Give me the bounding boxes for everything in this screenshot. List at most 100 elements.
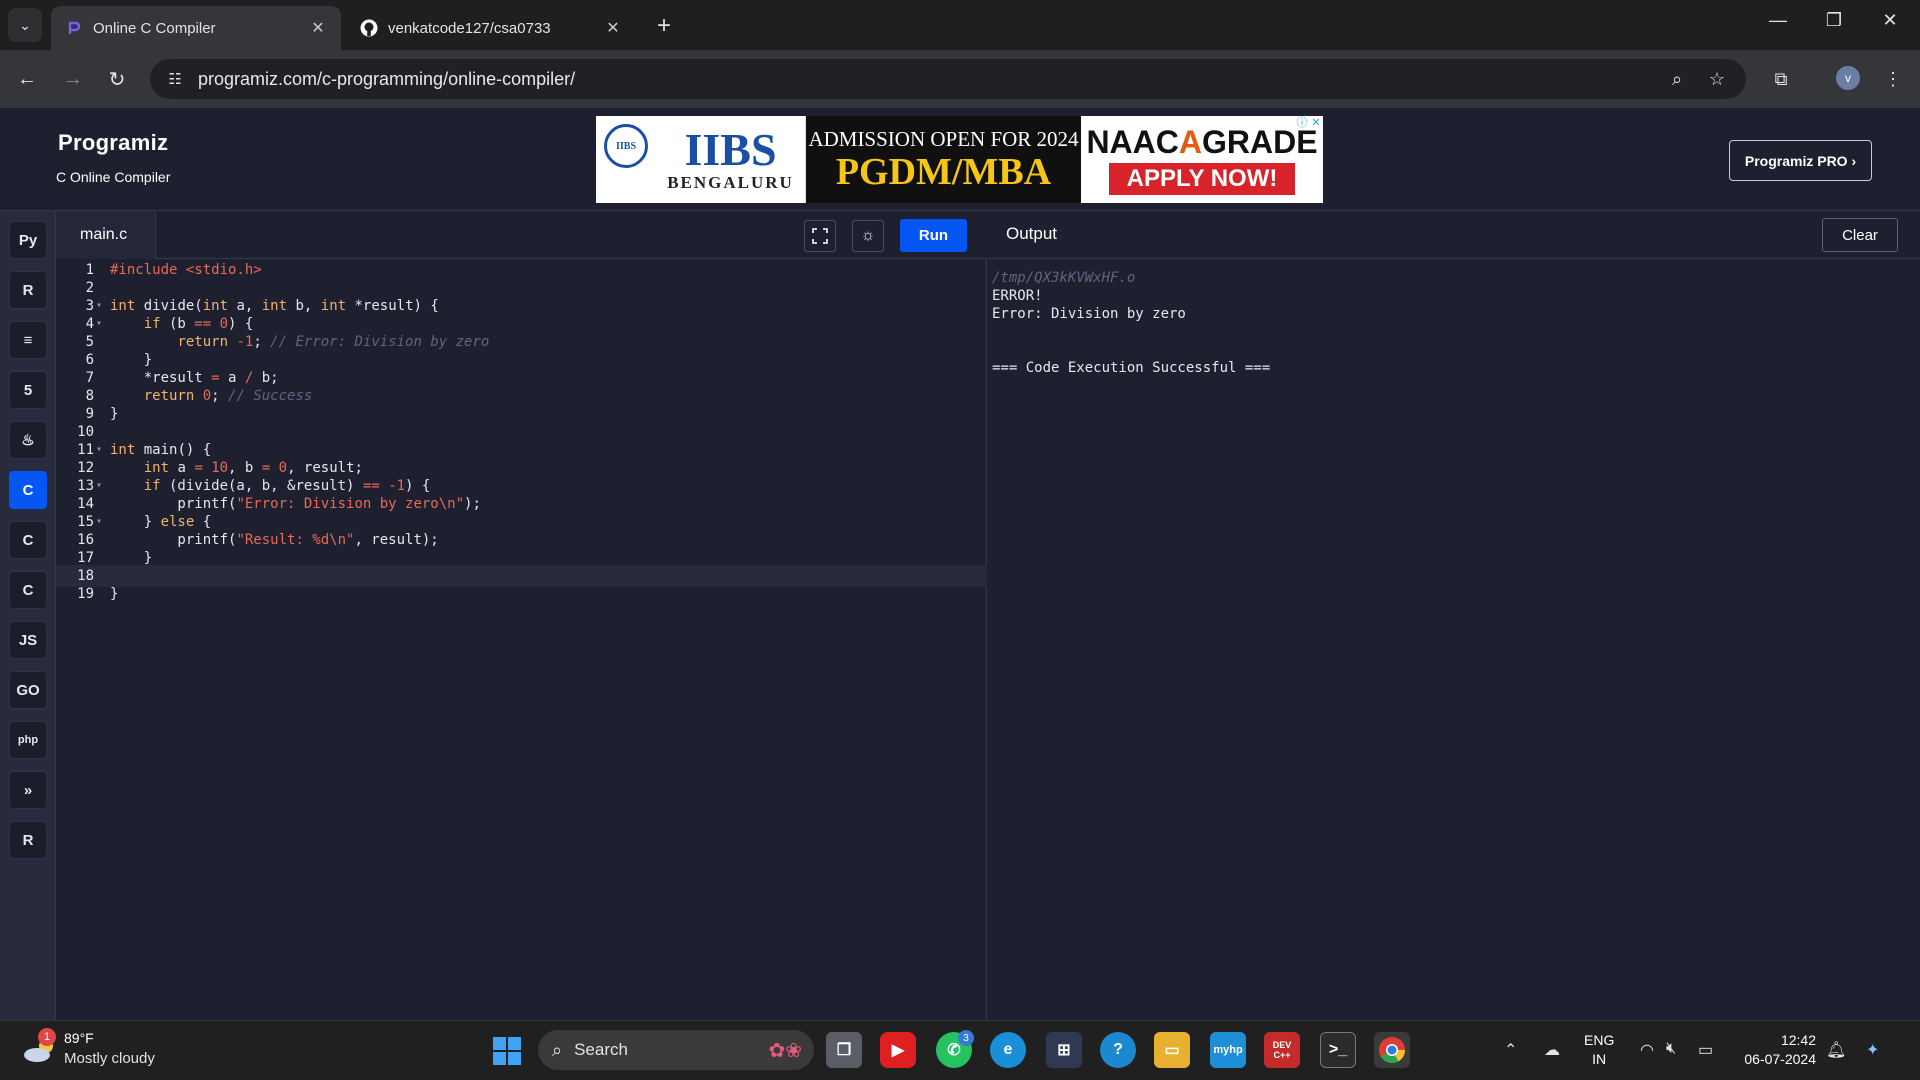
edge-icon[interactable]: e	[990, 1032, 1026, 1068]
language-sql-button[interactable]: ≡	[9, 321, 47, 359]
clear-button[interactable]: Clear	[1822, 218, 1898, 252]
ad-headline: ADMISSION OPEN FOR 2024	[808, 127, 1079, 151]
tab-search-button[interactable]: ⌄	[8, 8, 42, 42]
ad-close-icon[interactable]: ✕	[1310, 117, 1322, 130]
battery-icon[interactable]: ▭	[1698, 1040, 1713, 1060]
ad-naac: NAACAGRADE	[1086, 124, 1318, 160]
fullscreen-button[interactable]	[804, 220, 836, 252]
tab-title: venkatcode127/csa0733	[388, 19, 551, 37]
ad-cta-block: NAACAGRADE APPLY NOW!	[1081, 116, 1323, 203]
site-info-icon[interactable]: ☷	[164, 68, 186, 90]
volume-muted-icon[interactable]: 🔇︎	[1666, 1040, 1676, 1058]
taskbar-search[interactable]: ⌕ Search ✿❀	[538, 1030, 814, 1070]
terminal-icon[interactable]: >_	[1320, 1032, 1356, 1068]
file-explorer-icon[interactable]: ▭	[1154, 1032, 1190, 1068]
close-icon[interactable]: ✕	[309, 18, 327, 38]
ad-choices[interactable]: ⓘ ✕	[1296, 117, 1322, 131]
language-html-button[interactable]: 5	[9, 371, 47, 409]
language-swift-button[interactable]: »	[9, 771, 47, 809]
language-rust-button[interactable]: R	[9, 821, 47, 859]
profile-avatar[interactable]: v	[1836, 66, 1860, 90]
address-bar[interactable]: ☷ programiz.com/c-programming/online-com…	[150, 59, 1746, 99]
code-text: }	[110, 586, 119, 602]
wifi-icon[interactable]: ◠	[1640, 1040, 1654, 1060]
file-tab-label: main.c	[80, 226, 128, 243]
page-subtitle: C Online Compiler	[56, 169, 171, 185]
file-tab-main-c[interactable]: main.c	[56, 211, 156, 259]
output-line: === Code Execution Successful ===	[992, 360, 1271, 376]
back-arrow-icon[interactable]: ←	[12, 64, 42, 94]
fullscreen-icon	[812, 228, 828, 244]
url-text: programiz.com/c-programming/online-compi…	[198, 68, 576, 89]
copilot-icon[interactable]: ✦	[1866, 1040, 1879, 1060]
windows-start-icon[interactable]	[492, 1036, 522, 1066]
output-title: Output	[1006, 224, 1058, 243]
language-java-button[interactable]: ♨	[9, 421, 47, 459]
language-javascript-button[interactable]: JS	[9, 621, 47, 659]
output-panel	[988, 211, 1920, 1020]
input-language-indicator[interactable]: ENG IN	[1584, 1031, 1614, 1069]
language-php-button[interactable]: php	[9, 721, 47, 759]
code-area[interactable]: 1 #include <stdio.h> 2 3 ▾ int divide(int a, …	[56, 259, 987, 1020]
editor-toolbar	[56, 211, 987, 259]
window-close-icon[interactable]: ✕	[1878, 10, 1902, 31]
close-icon[interactable]: ✕	[604, 18, 622, 38]
bookmark-star-icon[interactable]: ☆	[1704, 66, 1730, 92]
more-menu-icon[interactable]: ⋮	[1880, 66, 1906, 92]
language-r-button[interactable]: R	[9, 271, 47, 309]
github-icon	[360, 19, 378, 37]
get-help-icon[interactable]: ?	[1100, 1032, 1136, 1068]
tab-github[interactable]: venkatcode127/csa0733 ✕	[346, 6, 636, 50]
ad-apply-button[interactable]: APPLY NOW!	[1108, 163, 1296, 195]
zoom-icon[interactable]: ⌕	[1664, 66, 1690, 92]
programiz-pro-button[interactable]: Programiz PRO ›	[1729, 140, 1872, 181]
theme-toggle-button[interactable]: ☼	[852, 220, 884, 252]
myhp-icon[interactable]: myhp	[1210, 1032, 1246, 1068]
weather-condition[interactable]: Mostly cloudy	[64, 1050, 155, 1067]
line-number: 19	[77, 586, 94, 602]
tab-online-c-compiler[interactable]: Online C Compiler ✕	[51, 6, 341, 50]
language-c-button[interactable]: C	[9, 471, 47, 509]
weather-temp[interactable]: 89°F	[64, 1030, 94, 1046]
language-cpp-button[interactable]: C	[9, 521, 47, 559]
code-line[interactable]: 19}	[56, 583, 987, 605]
new-tab-button[interactable]: +	[652, 12, 676, 40]
notification-bell-icon[interactable]: 🔔︎	[1826, 1040, 1846, 1060]
forward-arrow-icon[interactable]: →	[58, 64, 88, 94]
chevron-down-icon: ⌄	[19, 16, 31, 33]
output-line: Error: Division by zero	[992, 306, 1186, 322]
language-csharp-button[interactable]: C	[9, 571, 47, 609]
weather-badge: 1	[38, 1028, 56, 1046]
devcpp-icon[interactable]: DEV C++	[1264, 1032, 1300, 1068]
programiz-icon	[65, 19, 83, 37]
task-view-icon[interactable]: ❐	[826, 1032, 862, 1068]
onedrive-icon[interactable]: ☁	[1544, 1040, 1560, 1060]
browser-tab-bar: ⌄ Online C Compiler ✕ venkatcode127/csa0…	[0, 0, 1920, 50]
extensions-icon[interactable]: ⧉	[1768, 66, 1794, 92]
ad-brand: IIBS	[684, 123, 777, 175]
search-label: Search	[574, 1040, 628, 1059]
sun-icon: ☼	[860, 227, 876, 244]
restore-icon[interactable]: ❐	[1822, 10, 1846, 31]
chrome-icon[interactable]	[1374, 1032, 1410, 1068]
flowers-icon: ✿❀	[768, 1039, 802, 1062]
language-go-button[interactable]: GO	[9, 671, 47, 709]
run-button[interactable]: Run	[900, 219, 967, 252]
ad-program-block: ADMISSION OPEN FOR 2024 PGDM/MBA	[806, 116, 1081, 203]
language-python-button[interactable]: Py	[9, 221, 47, 259]
reload-icon[interactable]: ↻	[102, 64, 132, 94]
advertisement-banner[interactable]: IIBS IIBS BENGALURU ADMISSION OPEN FOR 2…	[596, 116, 1323, 203]
minimize-icon[interactable]: —	[1766, 10, 1790, 31]
clock[interactable]: 12:42 06-07-2024	[1736, 1031, 1816, 1069]
whatsapp-badge: 3	[958, 1030, 974, 1046]
iibs-seal-icon: IIBS	[604, 124, 648, 168]
programiz-logo[interactable]: Programiz	[58, 130, 168, 156]
ad-program: PGDM/MBA	[835, 151, 1052, 193]
microsoft-store-icon[interactable]: ⊞	[1046, 1032, 1082, 1068]
tab-title: Online C Compiler	[93, 19, 216, 37]
chevron-up-icon[interactable]: ⌃	[1504, 1040, 1517, 1060]
ad-info-icon[interactable]: ⓘ	[1296, 117, 1308, 130]
search-icon: ⌕	[552, 1039, 563, 1060]
youtube-icon[interactable]: ▶	[880, 1032, 916, 1068]
ad-city: BENGALURU	[667, 172, 794, 192]
